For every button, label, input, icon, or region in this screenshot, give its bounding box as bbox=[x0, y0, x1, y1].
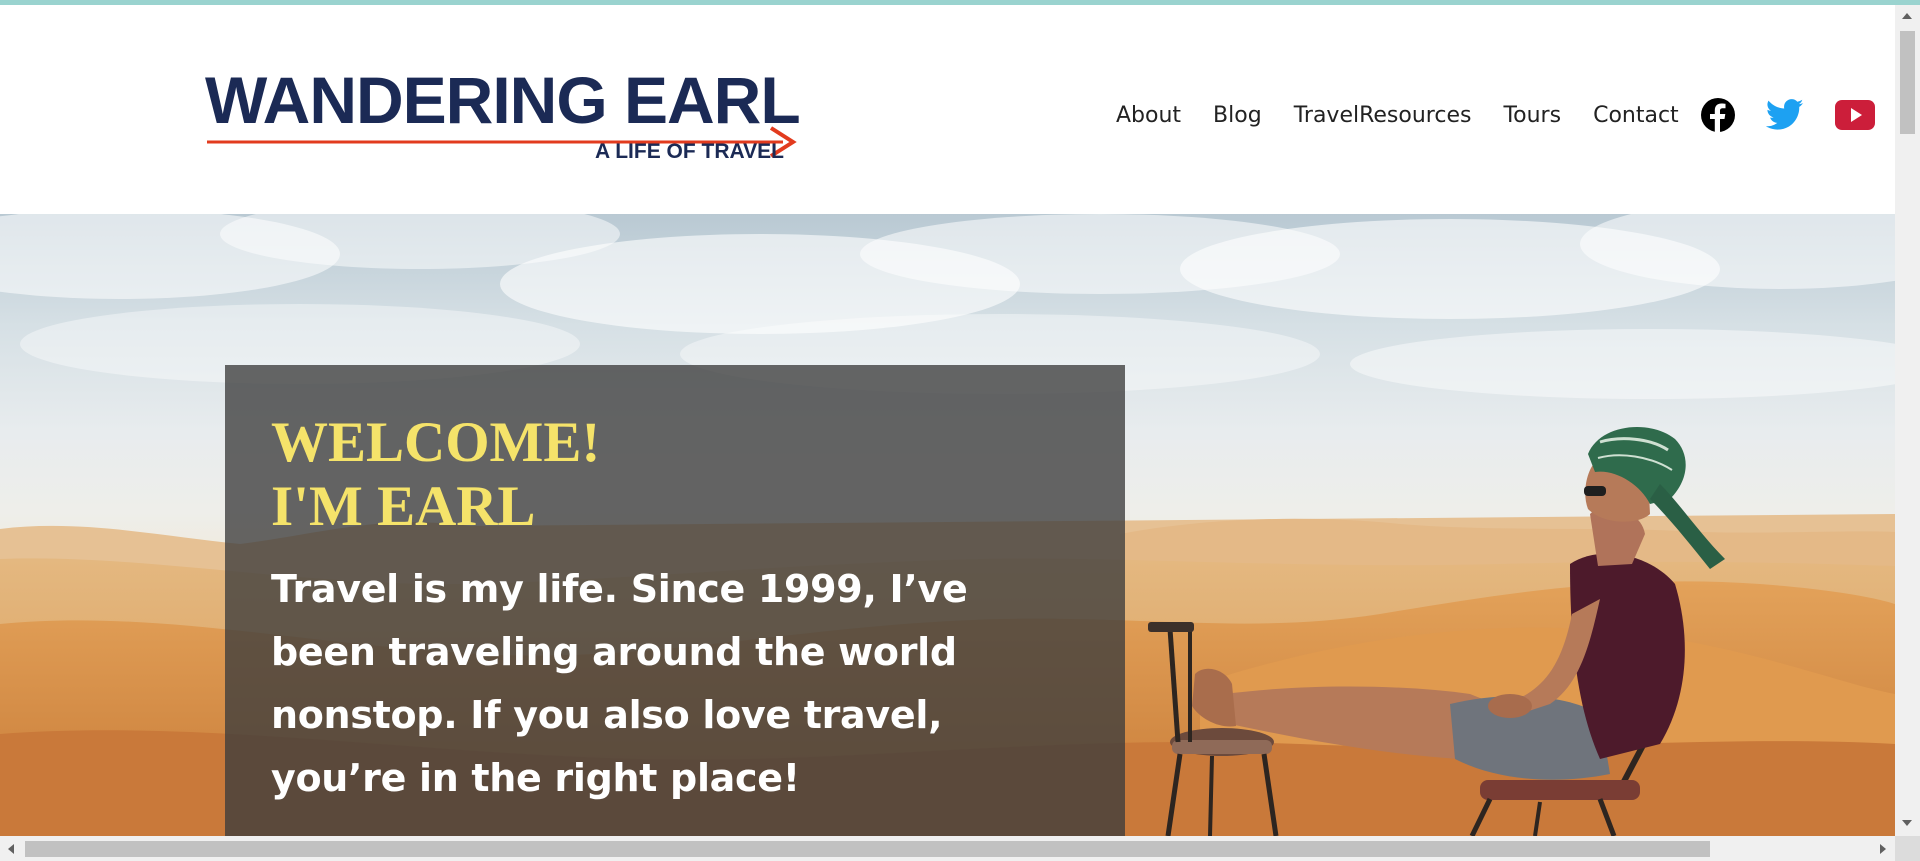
welcome-card: WELCOME! I'M EARL Travel is my life. Sin… bbox=[225, 365, 1125, 836]
scroll-down-arrow-icon[interactable] bbox=[1902, 820, 1912, 826]
scroll-left-arrow-icon[interactable] bbox=[8, 844, 14, 854]
main-nav: About Blog TravelResources Tours Contact bbox=[1116, 95, 1679, 135]
welcome-line2: I'M EARL bbox=[271, 475, 536, 538]
intro-paragraph: Travel is my life. Since 1999, I’ve been… bbox=[271, 567, 968, 800]
scrollbar-corner bbox=[1895, 836, 1920, 861]
nav-about[interactable]: About bbox=[1116, 103, 1181, 128]
nav-tours[interactable]: Tours bbox=[1503, 103, 1561, 128]
twitter-icon bbox=[1766, 99, 1804, 130]
vertical-scrollbar[interactable] bbox=[1895, 5, 1920, 836]
hero-section: WELCOME! I'M EARL Travel is my life. Sin… bbox=[0, 214, 1895, 836]
logo-tagline: A LIFE OF TRAVEL bbox=[595, 140, 784, 163]
nav-contact[interactable]: Contact bbox=[1593, 103, 1679, 128]
horizontal-scrollbar[interactable] bbox=[0, 836, 1920, 861]
scroll-up-arrow-icon[interactable] bbox=[1902, 13, 1912, 19]
welcome-line1: WELCOME! bbox=[271, 411, 601, 474]
nav-travel-resources[interactable]: TravelResources bbox=[1294, 103, 1472, 128]
twitter-link[interactable] bbox=[1766, 95, 1804, 135]
site-header: WANDERING EARL A LIFE OF TRAVEL About Bl… bbox=[0, 5, 1895, 214]
facebook-link[interactable] bbox=[1700, 95, 1736, 135]
youtube-link[interactable] bbox=[1835, 95, 1875, 135]
welcome-heading: WELCOME! I'M EARL bbox=[271, 411, 600, 539]
scroll-right-arrow-icon[interactable] bbox=[1880, 844, 1886, 854]
site-logo[interactable]: WANDERING EARL A LIFE OF TRAVEL bbox=[205, 60, 805, 175]
facebook-icon bbox=[1701, 98, 1735, 133]
vertical-scroll-thumb[interactable] bbox=[1900, 31, 1915, 134]
nav-blog[interactable]: Blog bbox=[1213, 103, 1262, 128]
horizontal-scroll-thumb[interactable] bbox=[25, 841, 1710, 857]
youtube-icon bbox=[1835, 100, 1875, 130]
